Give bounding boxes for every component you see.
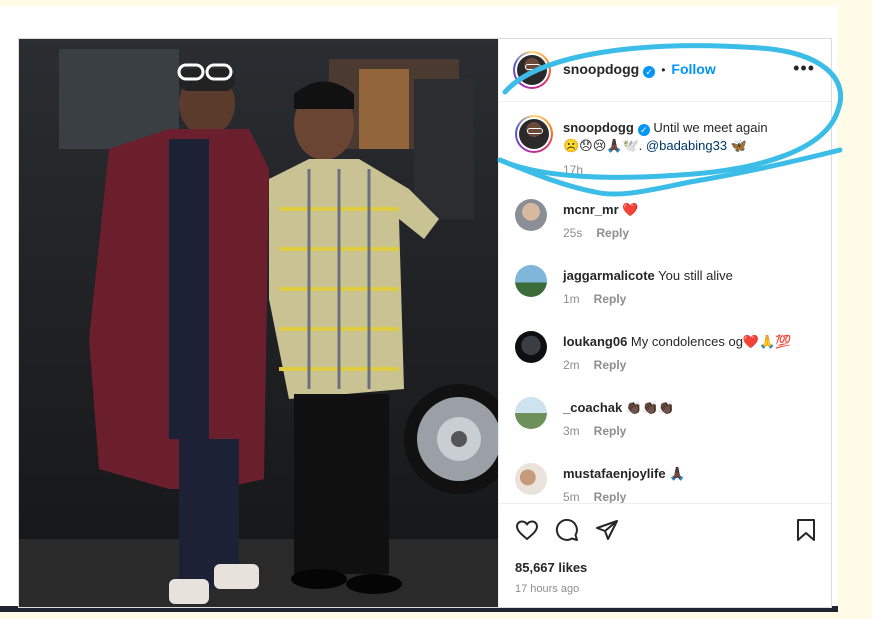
comment-text: 🙏🏿 <box>669 466 686 481</box>
post-photo[interactable] <box>19 39 498 607</box>
follow-button[interactable]: Follow <box>671 61 715 77</box>
comment-avatar[interactable] <box>515 397 547 429</box>
comment-time: 5m <box>563 490 580 504</box>
comment-time: 3m <box>563 424 580 438</box>
reply-button[interactable]: Reply <box>594 292 627 306</box>
comment-username[interactable]: mcnr_mr <box>563 202 619 217</box>
caption-username[interactable]: snoopdogg <box>563 120 634 135</box>
caption-trailing-emoji: 🦋 <box>730 138 747 153</box>
comment-time: 25s <box>563 226 583 240</box>
comment-time: 2m <box>563 358 580 372</box>
comment-avatar[interactable] <box>515 331 547 363</box>
comment-avatar[interactable] <box>515 463 547 495</box>
caption: snoopdogg ✓ Until we meet again ☹️😞😢🙏🏿🕊️.… <box>515 113 823 183</box>
comment-item: loukang06 My condolences og❤️🙏💯 2m Reply <box>515 331 823 381</box>
comment-avatar[interactable] <box>515 265 547 297</box>
caption-time: 17h <box>563 163 584 177</box>
comment-text: You still alive <box>658 268 733 283</box>
author-username[interactable]: snoopdogg <box>563 61 639 77</box>
comment-item: _coachak 👏🏿👏🏿👏🏿 3m Reply <box>515 397 823 447</box>
comment-icon[interactable] <box>555 518 579 542</box>
caption-mention-link[interactable]: @badabing33 <box>646 138 727 153</box>
caption-avatar[interactable] <box>515 115 553 153</box>
post-actions: 85,667 likes 17 hours ago <box>499 503 831 607</box>
verified-badge-icon: ✓ <box>637 124 650 136</box>
share-icon[interactable] <box>595 518 619 542</box>
post-side-panel: snoopdogg ✓ • Follow ••• snoopdogg ✓ Until w… <box>498 39 831 607</box>
reply-button[interactable]: Reply <box>596 226 629 240</box>
comment-username[interactable]: mustafaenjoylife <box>563 466 666 481</box>
comment-username[interactable]: loukang06 <box>563 334 627 349</box>
bookmark-icon[interactable] <box>795 518 817 542</box>
comment-username[interactable]: jaggarmalicote <box>563 268 655 283</box>
reply-button[interactable]: Reply <box>594 424 627 438</box>
comment-item: mcnr_mr ❤️ 25s Reply <box>515 199 823 249</box>
reply-button[interactable]: Reply <box>594 490 627 504</box>
comment-item: jaggarmalicote You still alive 1m Reply <box>515 265 823 315</box>
caption-text: Until we meet again <box>653 120 768 135</box>
reply-button[interactable]: Reply <box>594 358 627 372</box>
caption-emojis: ☹️😞😢🙏🏿🕊️. <box>563 138 643 153</box>
comment-username[interactable]: _coachak <box>563 400 622 415</box>
author-avatar[interactable] <box>513 51 551 89</box>
header-separator: • <box>661 63 666 77</box>
post-timestamp[interactable]: 17 hours ago <box>515 583 579 595</box>
post-header: snoopdogg ✓ • Follow ••• <box>499 39 831 102</box>
comment-text: ❤️ <box>622 202 639 217</box>
comment-time: 1m <box>563 292 580 306</box>
post-card: snoopdogg ✓ • Follow ••• snoopdogg ✓ Until w… <box>18 38 832 608</box>
likes-count[interactable]: 85,667 likes <box>515 560 587 575</box>
photo-illustration <box>19 39 498 607</box>
more-icon[interactable]: ••• <box>793 59 815 77</box>
heart-icon[interactable] <box>515 518 539 542</box>
comment-text: My condolences og❤️🙏💯 <box>630 334 792 349</box>
comment-avatar[interactable] <box>515 199 547 231</box>
comment-text: 👏🏿👏🏿👏🏿 <box>625 400 675 415</box>
verified-badge-icon: ✓ <box>643 66 656 78</box>
